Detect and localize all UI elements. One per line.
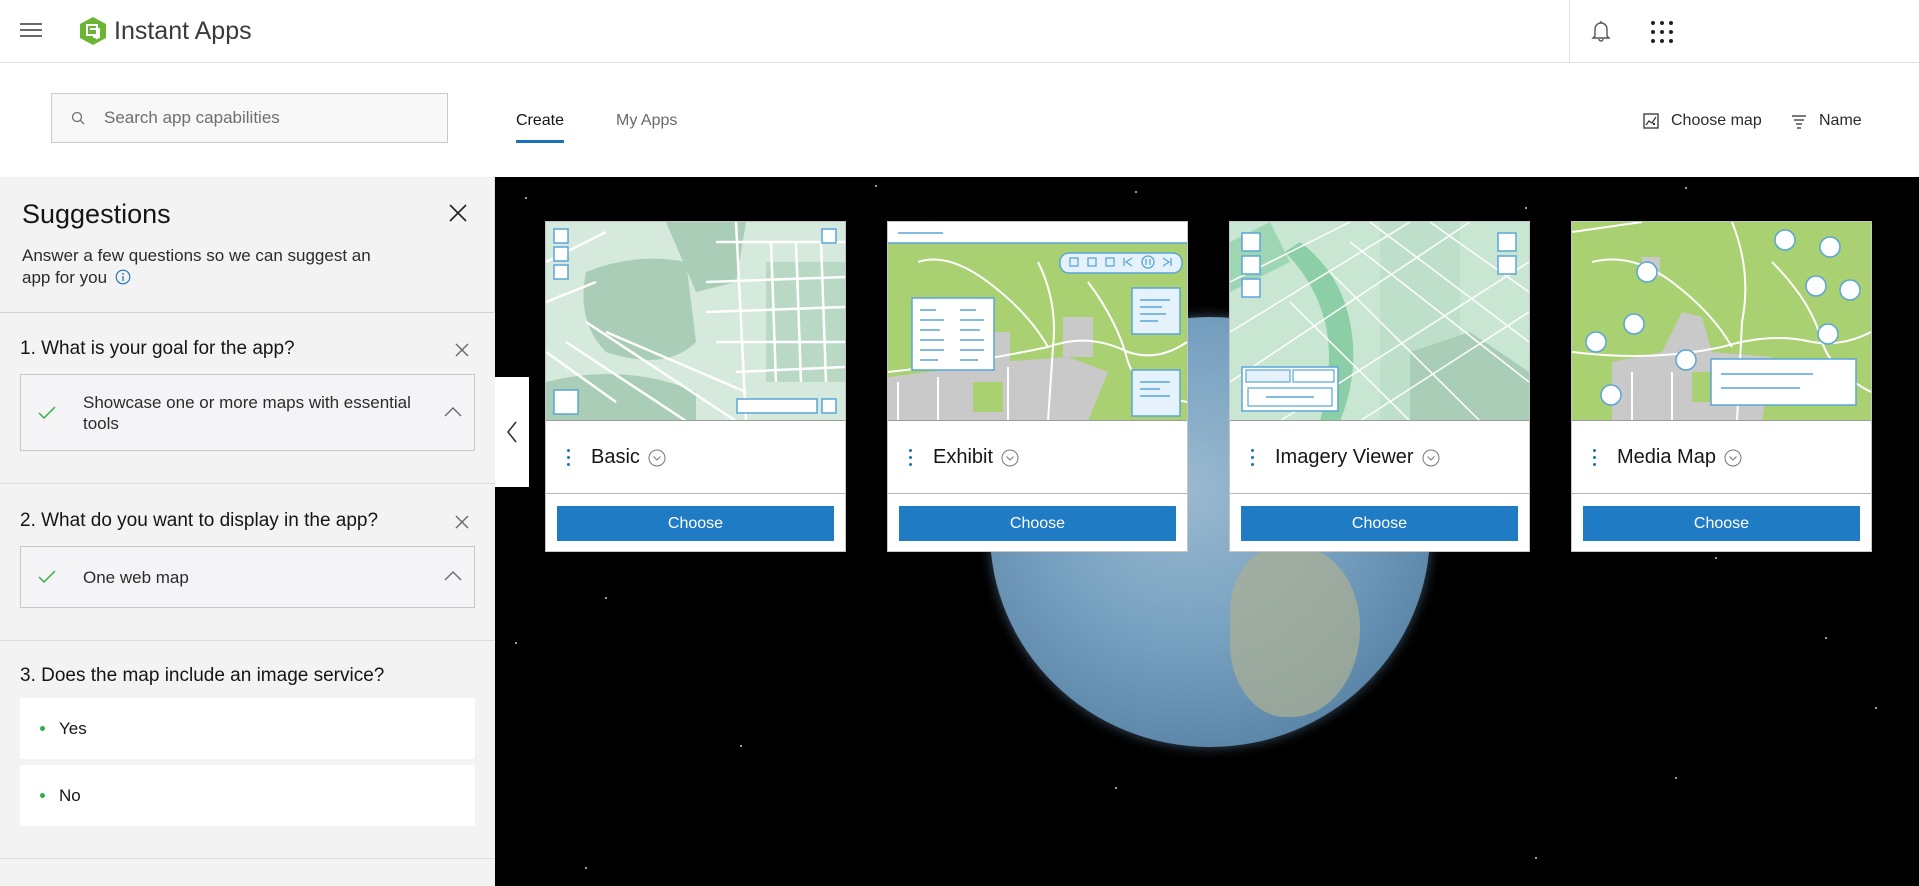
app-launcher-icon[interactable]	[1651, 21, 1673, 43]
chevron-down-circle-icon[interactable]	[648, 449, 666, 467]
card-thumbnail	[1230, 222, 1529, 421]
chevron-left-icon	[506, 421, 517, 443]
question-1-block: 1. What is your goal for the app? Showca…	[0, 313, 495, 484]
option-yes[interactable]: Yes	[20, 698, 475, 759]
card-thumbnail	[546, 222, 845, 421]
bell-icon[interactable]	[1588, 18, 1614, 44]
sort-icon	[1792, 115, 1806, 129]
chevron-up-icon[interactable]	[444, 406, 462, 418]
suggestions-description: Answer a few questions so we can suggest…	[22, 245, 402, 289]
menu-icon[interactable]	[20, 20, 42, 42]
map-icon	[1643, 113, 1659, 129]
search-box[interactable]	[51, 93, 448, 143]
tab-create[interactable]: Create	[516, 112, 565, 143]
question-1-title: 1. What is your goal for the app?	[20, 338, 295, 359]
question-2-block: 2. What do you want to display in the ap…	[0, 484, 495, 641]
sidebar-footer	[0, 859, 495, 886]
description-text: Answer a few questions so we can suggest…	[22, 246, 371, 287]
card-title-row: Basic	[546, 422, 845, 494]
more-options-icon[interactable]	[1593, 449, 1597, 466]
app-card-basic: Basic Choose	[545, 221, 846, 552]
app-card-media-map: Media Map Choose	[1571, 221, 1872, 552]
option-yes-label: Yes	[59, 718, 87, 738]
choose-button[interactable]: Choose	[899, 506, 1176, 541]
option-no-label: No	[59, 785, 81, 805]
option-no[interactable]: No	[20, 765, 475, 826]
more-options-icon[interactable]	[567, 449, 571, 466]
card-title-row: Imagery Viewer	[1230, 422, 1529, 494]
chevron-down-circle-icon[interactable]	[1001, 449, 1019, 467]
question-1-answer[interactable]: Showcase one or more maps with essential…	[20, 374, 475, 451]
chevron-up-icon[interactable]	[444, 570, 462, 582]
card-title: Imagery Viewer	[1275, 446, 1414, 468]
suggestions-title: Suggestions	[22, 199, 171, 229]
chevron-down-circle-icon[interactable]	[1724, 449, 1742, 467]
check-icon	[38, 405, 56, 419]
clear-answer-icon[interactable]	[454, 514, 470, 530]
suggestions-header: Suggestions Answer a few questions so we…	[0, 177, 494, 313]
more-options-icon[interactable]	[909, 449, 913, 466]
chevron-down-circle-icon[interactable]	[1422, 449, 1440, 467]
instant-apps-logo	[80, 17, 106, 45]
more-options-icon[interactable]	[1251, 449, 1255, 466]
bullet-icon	[40, 793, 45, 798]
collapse-panel-button[interactable]	[495, 377, 529, 487]
clear-answer-icon[interactable]	[454, 342, 470, 358]
bullet-icon	[40, 726, 45, 731]
question-2-answer[interactable]: One web map	[20, 546, 475, 608]
sort-button[interactable]: Name	[1791, 112, 1862, 130]
card-thumbnail	[888, 222, 1187, 421]
question-2-answer-text: One web map	[83, 567, 189, 587]
card-title-row: Media Map	[1572, 422, 1871, 494]
card-thumbnail	[1572, 222, 1871, 421]
question-1-answer-text: Showcase one or more maps with essential…	[83, 392, 411, 433]
app-card-exhibit: Exhibit Choose	[887, 221, 1188, 552]
tab-my-apps[interactable]: My Apps	[616, 112, 677, 140]
search-icon	[71, 111, 85, 125]
app-gallery: Basic Choose Exhibit Choose Imagery View…	[495, 177, 1919, 886]
card-title: Basic	[591, 446, 640, 468]
top-navigation-bar: Instant Apps	[0, 0, 1919, 63]
info-icon[interactable]	[115, 269, 131, 285]
card-title-row: Exhibit	[888, 422, 1187, 494]
choose-button[interactable]: Choose	[1241, 506, 1518, 541]
question-2-title: 2. What do you want to display in the ap…	[20, 510, 379, 531]
app-card-imagery-viewer: Imagery Viewer Choose	[1229, 221, 1530, 552]
app-title: Instant Apps	[114, 17, 252, 45]
toolbar: Create My Apps Choose map Name	[0, 63, 1919, 177]
question-3-title: 3. Does the map include an image service…	[20, 665, 385, 686]
close-icon[interactable]	[446, 201, 470, 225]
search-input[interactable]	[104, 108, 424, 128]
choose-button[interactable]: Choose	[1583, 506, 1860, 541]
choose-map-button[interactable]: Choose map	[1643, 112, 1762, 130]
check-icon	[38, 570, 56, 584]
choose-button[interactable]: Choose	[557, 506, 834, 541]
card-title: Media Map	[1617, 446, 1716, 468]
card-title: Exhibit	[933, 446, 994, 468]
choose-map-label: Choose map	[1671, 112, 1762, 129]
sort-label: Name	[1819, 112, 1862, 129]
header-divider	[1569, 0, 1570, 63]
question-3-block: 3. Does the map include an image service…	[0, 641, 495, 859]
